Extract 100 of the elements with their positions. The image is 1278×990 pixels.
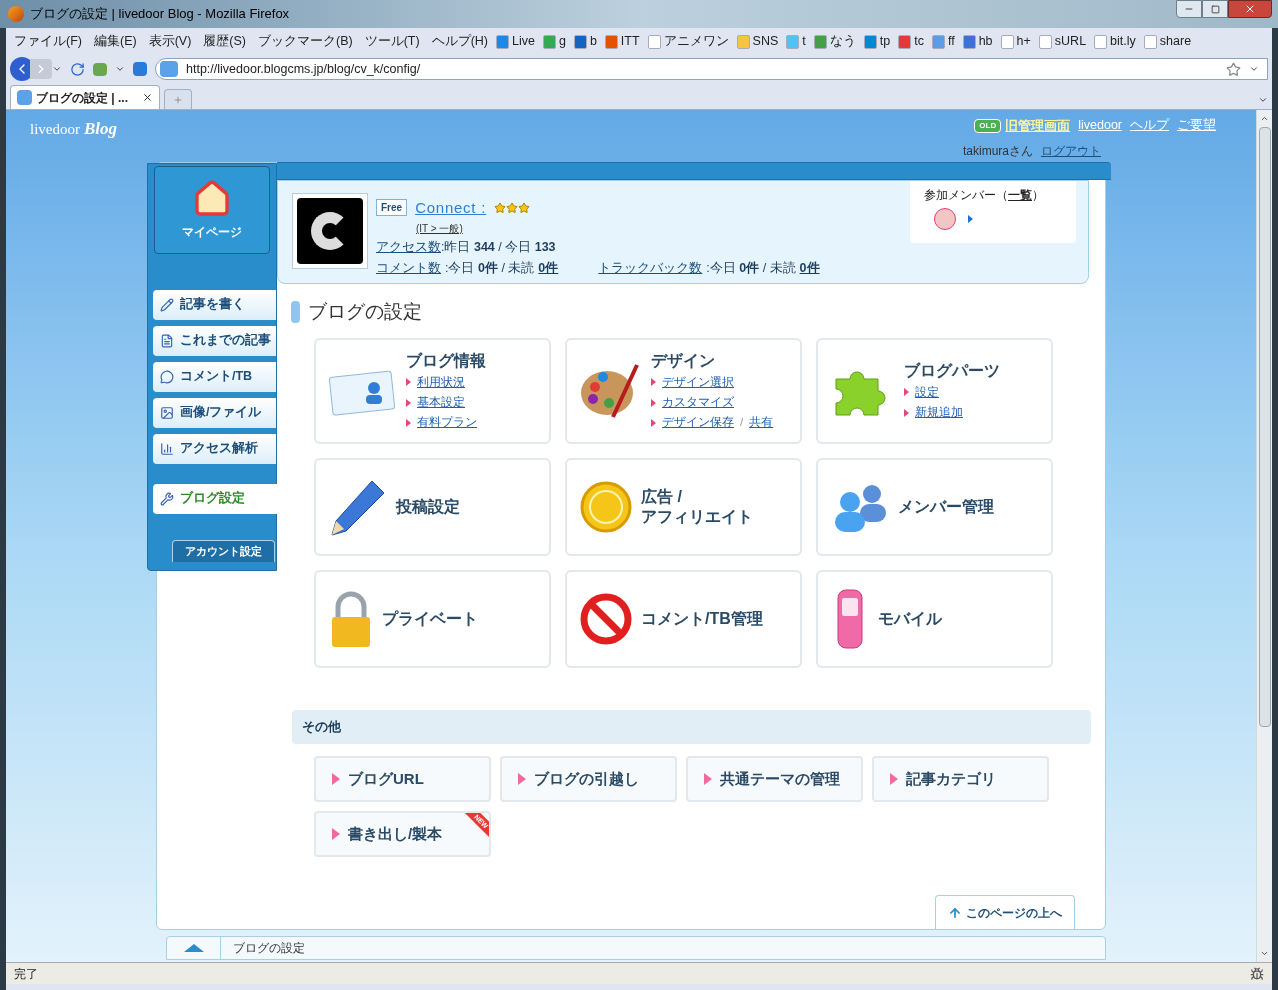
bookmark-item[interactable]: hb (962, 32, 993, 51)
site-icon (813, 34, 827, 49)
close-button[interactable] (1228, 0, 1272, 18)
menu-item[interactable]: ツール(T) (364, 32, 420, 51)
settings-card[interactable]: 広告 / アフィリエイト (565, 458, 802, 556)
stat-link[interactable]: トラックバック数 (598, 258, 703, 278)
back-to-top-button[interactable]: このページの上へ (935, 895, 1075, 929)
username-text: takimuraさん (963, 142, 1033, 160)
triangle-bullet-icon (332, 773, 340, 785)
bookmark-item[interactable]: Live (496, 32, 535, 51)
unread-link[interactable]: 0件 (799, 258, 820, 278)
card-title: 投稿設定 (396, 497, 460, 517)
other-link-button[interactable]: ブログの引越し (500, 756, 677, 802)
bookmark-item[interactable]: SNS (736, 32, 779, 51)
bookmark-item[interactable]: b (573, 32, 597, 51)
bookmark-item[interactable]: tc (898, 32, 924, 51)
card-link[interactable]: 設定 (915, 383, 939, 401)
other-link-button[interactable]: 記事カテゴリ (872, 756, 1049, 802)
site-icon (898, 34, 912, 49)
bookmark-item[interactable]: t (786, 32, 806, 51)
tab-list-caret-icon[interactable] (1258, 95, 1268, 105)
sidebar-item[interactable]: コメント/TB (153, 361, 276, 392)
menu-item[interactable]: ファイル(F) (14, 32, 82, 51)
scroll-down-icon[interactable] (1260, 949, 1269, 958)
card-title: ブログ情報 (406, 350, 486, 371)
dropdown-caret-icon[interactable] (115, 64, 125, 74)
settings-card[interactable]: メンバー管理 (816, 458, 1053, 556)
site-icon (647, 34, 661, 49)
bookmark-item[interactable]: ITT (604, 32, 640, 51)
stat-link[interactable]: コメント数 (376, 258, 441, 278)
card-link[interactable]: 有料プラン (417, 414, 477, 432)
sidebar-item[interactable]: 記事を書く (153, 289, 276, 320)
dropdown-caret-icon[interactable] (52, 64, 62, 74)
settings-card[interactable]: プライベート (314, 570, 551, 668)
menu-item[interactable]: ヘルプ(H) (431, 32, 488, 51)
logout-link[interactable]: ログアウト (1041, 141, 1101, 160)
section-header: その他 (292, 710, 1091, 744)
other-link-button[interactable]: ブログURL (314, 756, 491, 802)
other-link-button[interactable]: 共通テーマの管理 (686, 756, 863, 802)
settings-card[interactable]: ブログ情報 利用状況 基本設定 有料プラン (314, 338, 551, 444)
stat-link[interactable]: アクセス数 (376, 238, 441, 257)
settings-card[interactable]: ブログパーツ 設定 新規追加 (816, 338, 1053, 444)
settings-card[interactable]: コメント/TB管理 (565, 570, 802, 668)
minimize-button[interactable] (1176, 0, 1202, 18)
settings-card[interactable]: 投稿設定 (314, 458, 551, 556)
next-arrow-icon[interactable] (968, 214, 973, 223)
sidebar-item-icon (160, 297, 174, 312)
maximize-button[interactable] (1202, 0, 1228, 18)
bookmark-item[interactable]: h+ (1000, 32, 1031, 51)
unread-link[interactable]: 0件 (538, 258, 559, 278)
bookmark-item[interactable]: sURL (1038, 32, 1087, 51)
address-field[interactable]: http://livedoor.blogcms.jp/blog/cv_k/config/ (155, 58, 1268, 80)
bug-icon[interactable] (1250, 966, 1264, 981)
bookmark-item[interactable]: ff (931, 32, 955, 51)
card-title: モバイル (878, 609, 942, 629)
bookmark-star-icon[interactable] (1226, 61, 1241, 77)
bookmark-item[interactable]: bit.ly (1094, 32, 1136, 51)
dropdown-caret-icon[interactable] (1249, 64, 1259, 74)
card-title: 広告 / アフィリエイト (641, 487, 753, 527)
bookmark-item[interactable]: tp (863, 32, 891, 51)
category-link[interactable]: (IT > 一般) (416, 221, 820, 236)
card-link[interactable]: 共有 (749, 414, 774, 432)
site-icon (736, 34, 750, 49)
vertical-scrollbar[interactable] (1256, 110, 1272, 962)
blog-name-link[interactable]: Connect : (415, 196, 487, 219)
menu-item[interactable]: 履歴(S) (203, 32, 246, 51)
account-settings-button[interactable]: アカウント設定 (172, 539, 275, 562)
title-marker (291, 300, 300, 323)
sidebar-item-icon (160, 441, 174, 456)
menu-item[interactable]: 編集(E) (93, 32, 137, 51)
scrollbar-thumb[interactable] (1258, 127, 1271, 727)
menu-item[interactable]: 表示(V) (148, 32, 192, 51)
card-link[interactable]: 基本設定 (417, 393, 465, 412)
card-link[interactable]: 利用状況 (417, 373, 465, 391)
card-link[interactable]: カスタマイズ (662, 393, 734, 412)
members-list-link[interactable]: 一覧 (1008, 186, 1032, 204)
bookmark-item[interactable]: アニメワン (647, 32, 729, 51)
bookmark-item[interactable]: なう (813, 32, 856, 51)
menu-item[interactable]: ブックマーク(B) (258, 32, 353, 51)
sidebar-item[interactable]: 画像/ファイル (153, 397, 276, 428)
sidebar-item[interactable]: アクセス解析 (153, 433, 276, 464)
site-icon (573, 34, 587, 49)
scroll-up-icon[interactable] (1260, 114, 1269, 123)
bookmark-item[interactable]: g (542, 32, 566, 51)
card-link[interactable]: デザイン選択 (662, 373, 734, 391)
card-link[interactable]: デザイン保存 (662, 414, 734, 432)
member-avatar[interactable] (934, 207, 956, 230)
browser-tab[interactable]: ブログの設定 | ... (10, 85, 160, 109)
close-icon (1244, 3, 1256, 15)
old-badge: OLD (974, 118, 1002, 133)
settings-card[interactable]: モバイル (816, 570, 1053, 668)
breadcrumb-item[interactable]: ブログの設定 (233, 941, 305, 955)
sidebar-item[interactable]: これまでの記事 (153, 325, 276, 356)
close-tab-icon[interactable] (142, 92, 153, 103)
reload-icon[interactable] (70, 61, 85, 77)
triangle-bullet-icon (406, 378, 411, 387)
coin-icon (579, 480, 633, 534)
bookmark-item[interactable]: share (1143, 32, 1192, 51)
card-link[interactable]: 新規追加 (915, 404, 963, 422)
settings-card[interactable]: デザイン デザイン選択 カスタマイズ デザイン保存 / 共有 (565, 338, 802, 444)
